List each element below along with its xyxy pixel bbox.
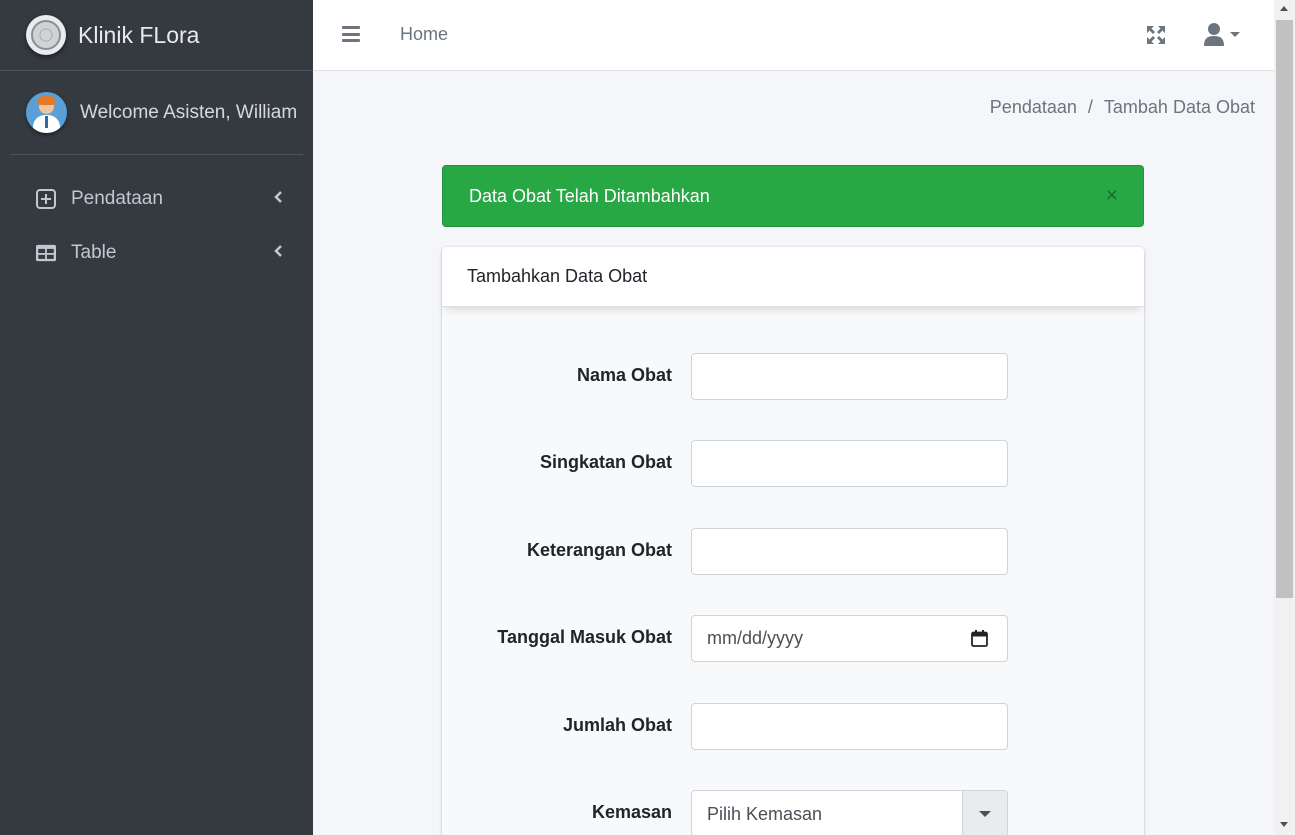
form-row-singkatan-obat: Singkatan Obat — [442, 440, 1144, 487]
kemasan-selected-value: Pilih Kemasan — [707, 804, 823, 824]
keterangan-obat-input[interactable] — [691, 528, 1008, 575]
sidebar-item-label: Pendataan — [71, 187, 163, 209]
home-link[interactable]: Home — [400, 24, 448, 45]
scrollbar-thumb[interactable] — [1276, 20, 1293, 598]
chevron-left-icon — [273, 244, 283, 263]
keterangan-obat-label: Keterangan Obat — [526, 540, 672, 560]
fullscreen-icon[interactable] — [1145, 24, 1167, 46]
alert-message: Data Obat Telah Ditambahkan — [469, 186, 710, 206]
breadcrumb-item-current: Tambah Data Obat — [1103, 97, 1255, 117]
menu-toggle-icon[interactable] — [342, 26, 360, 42]
user-panel: Welcome Asisten, William — [10, 71, 303, 155]
form-row-keterangan-obat: Keterangan Obat — [442, 528, 1144, 575]
form-row-tanggal-masuk-obat: Tanggal Masuk Obat mm/dd/yyyy — [442, 615, 1144, 662]
breadcrumb-separator: / — [1087, 97, 1093, 117]
page-scrollbar[interactable] — [1274, 0, 1295, 835]
breadcrumb: Pendataan / Tambah Data Obat — [990, 97, 1255, 118]
add-medicine-card: Tambahkan Data Obat Nama Obat Singkatan … — [442, 247, 1144, 835]
kemasan-select[interactable]: Pilih Kemasan — [691, 790, 1008, 835]
welcome-text[interactable]: Welcome Asisten, William — [80, 102, 297, 124]
scroll-down-arrow-icon[interactable] — [1280, 822, 1288, 827]
table-icon — [36, 243, 56, 263]
close-icon[interactable]: × — [1106, 185, 1118, 206]
plus-square-icon — [36, 188, 56, 209]
form-row-kemasan: Kemasan Pilih Kemasan — [442, 790, 1144, 835]
success-alert: Data Obat Telah Ditambahkan × — [442, 165, 1144, 227]
nama-obat-label: Nama Obat — [576, 365, 672, 385]
card-title: Tambahkan Data Obat — [442, 247, 1144, 307]
tanggal-masuk-obat-label: Tanggal Masuk Obat — [497, 627, 672, 647]
tanggal-masuk-obat-input[interactable]: mm/dd/yyyy — [691, 615, 1008, 662]
singkatan-obat-label: Singkatan Obat — [539, 452, 672, 472]
calendar-icon[interactable] — [971, 630, 988, 647]
brand-link[interactable]: Klinik FLora — [0, 0, 313, 71]
user-avatar-icon — [26, 92, 67, 133]
jumlah-obat-label: Jumlah Obat — [562, 715, 672, 735]
singkatan-obat-input[interactable] — [691, 440, 1008, 487]
form-row-jumlah-obat: Jumlah Obat — [442, 703, 1144, 750]
sidebar-nav: Pendataan Table — [0, 173, 313, 278]
clinic-logo-icon — [26, 15, 66, 55]
card-body: Nama Obat Singkatan Obat Keterangan Obat… — [442, 307, 1144, 835]
scroll-up-arrow-icon[interactable] — [1280, 6, 1288, 11]
top-navbar: Home — [313, 0, 1274, 71]
chevron-down-icon[interactable] — [962, 791, 1007, 835]
user-icon — [1204, 23, 1224, 46]
user-menu-button[interactable] — [1203, 22, 1245, 48]
sidebar: Klinik FLora Welcome Asisten, William Pe… — [0, 0, 313, 835]
brand-name: Klinik FLora — [78, 21, 200, 48]
breadcrumb-item-pendataan[interactable]: Pendataan — [990, 97, 1077, 118]
form-row-nama-obat: Nama Obat — [442, 353, 1144, 400]
chevron-left-icon — [273, 190, 283, 209]
sidebar-item-table[interactable]: Table — [10, 227, 303, 278]
jumlah-obat-input[interactable] — [691, 703, 1008, 750]
sidebar-item-label: Table — [71, 241, 117, 263]
nama-obat-input[interactable] — [691, 353, 1008, 400]
date-placeholder: mm/dd/yyyy — [707, 628, 804, 648]
kemasan-label: Kemasan — [591, 802, 672, 822]
sidebar-item-pendataan[interactable]: Pendataan — [10, 173, 303, 224]
